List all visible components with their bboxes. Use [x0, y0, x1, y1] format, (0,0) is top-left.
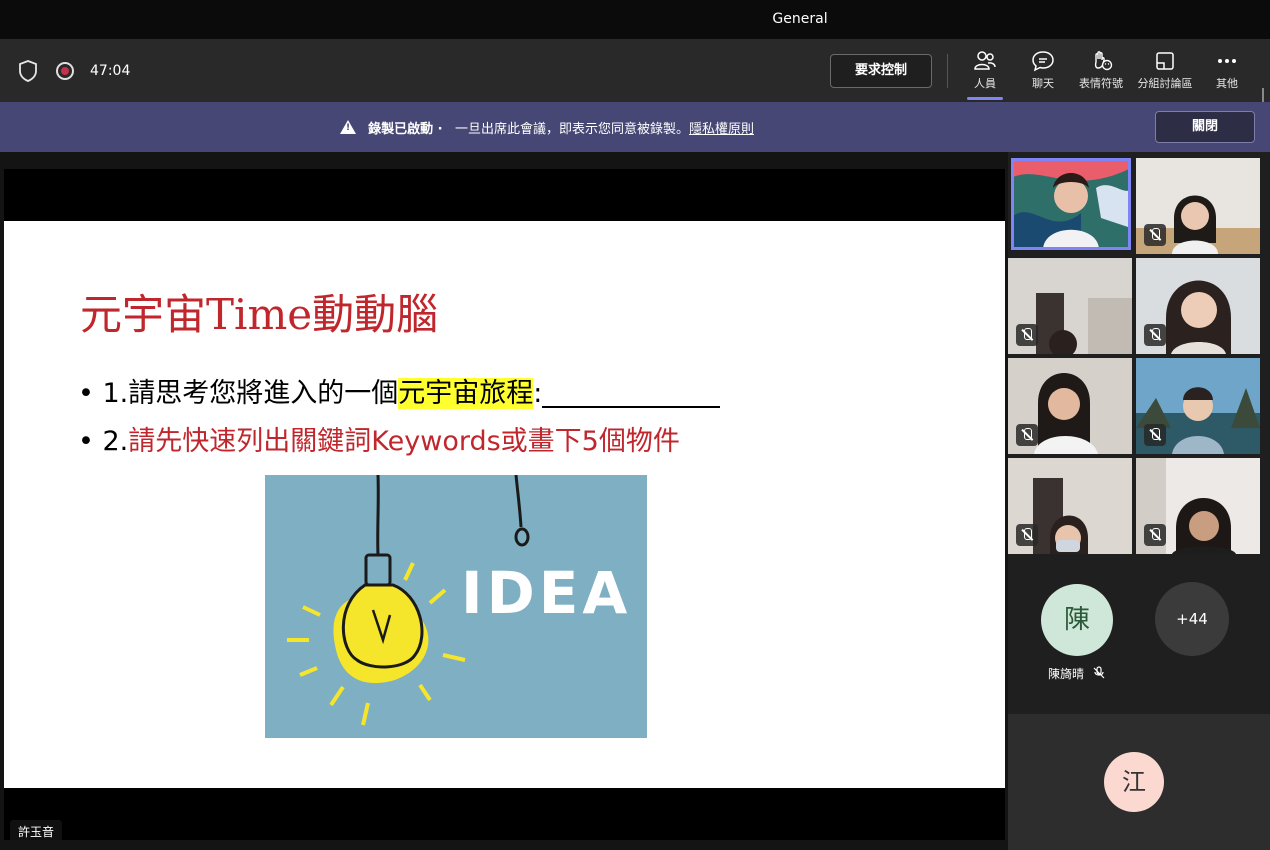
participant-video-tile[interactable]	[1008, 258, 1132, 354]
close-banner-button[interactable]: 關閉	[1155, 111, 1255, 143]
breakout-rooms-label: 分組討論區	[1137, 77, 1193, 90]
muted-icon	[1016, 324, 1038, 346]
reactions-label: 表情符號	[1079, 77, 1123, 90]
participant-video-tile[interactable]	[1008, 458, 1132, 554]
people-button[interactable]: 人員	[955, 50, 1015, 100]
more-button[interactable]: 其他	[1197, 50, 1257, 96]
muted-icon	[1144, 524, 1166, 546]
banner-message: 錄製已啟動 · 一旦出席此會議，即表示您同意被錄製。隱私權原則	[340, 118, 754, 137]
participant-avatar[interactable]: 江	[1104, 752, 1164, 812]
participant-video-tile[interactable]	[1011, 158, 1131, 250]
privacy-policy-link[interactable]: 隱私權原則	[689, 122, 754, 137]
request-control-button[interactable]: 要求控制	[830, 54, 932, 88]
meeting-timer: 47:04	[90, 63, 131, 79]
breakout-rooms-icon	[1156, 52, 1174, 70]
muted-icon	[1144, 224, 1166, 246]
title-bar: General	[0, 0, 1270, 40]
chat-label: 聊天	[1032, 77, 1054, 90]
meeting-toolbar: 47:04 要求控制 人員 聊天 表情符號 分組討論區 其他	[0, 40, 1270, 132]
bullet-1-highlight: 元宇宙旅程	[398, 378, 534, 409]
bullet-2-prefix: • 2.	[78, 426, 129, 457]
more-label: 其他	[1216, 77, 1238, 90]
participant-video-tile[interactable]	[1008, 358, 1132, 454]
presenter-name-tag: 許玉音	[10, 820, 63, 843]
participant-video-tile[interactable]	[1136, 158, 1260, 254]
slide-bullet-2: • 2.請先快速列出關鍵詞Keywords或畫下5個物件	[78, 419, 680, 458]
idea-text: IDEA	[461, 559, 631, 627]
slide-title: 元宇宙Time動動腦	[80, 290, 439, 339]
video-feed	[1011, 158, 1131, 250]
participant-gallery: 陳 陳旖晴 +44 江	[1008, 152, 1270, 850]
presentation-slide: 元宇宙Time動動腦 • 1.請思考您將進入的一個元宇宙旅程: • 2.請先快速…	[4, 221, 1005, 788]
more-icon	[1218, 59, 1236, 63]
recording-started-label: 錄製已啟動 ·	[368, 122, 443, 137]
window-title: General	[772, 11, 828, 27]
slide-bullet-1: • 1.請思考您將進入的一個元宇宙旅程:	[78, 371, 721, 410]
consent-text: 一旦出席此會議，即表示您同意被錄製。	[455, 122, 690, 137]
bullet-1-prefix: • 1.請思考您將進入的一個	[78, 378, 399, 409]
answer-blank	[542, 384, 721, 408]
participant-video-tile[interactable]	[1136, 458, 1260, 554]
warning-icon	[340, 120, 356, 134]
participant-name-text: 陳旖晴	[1048, 667, 1085, 681]
participant-video-tile[interactable]	[1136, 258, 1260, 354]
reactions-button[interactable]: 表情符號	[1071, 50, 1131, 96]
more-participants-button[interactable]: +44	[1155, 582, 1229, 656]
reactions-icon	[1094, 51, 1113, 71]
recording-icon	[56, 62, 74, 80]
people-icon	[974, 51, 996, 70]
muted-icon	[1144, 424, 1166, 446]
bullet-2-text: 請先快速列出關鍵詞Keywords或畫下5個物件	[128, 426, 680, 457]
muted-icon	[1016, 524, 1038, 546]
breakout-rooms-button[interactable]: 分組討論區	[1135, 50, 1195, 96]
participant-name: 陳旖晴	[1048, 665, 1106, 682]
bullet-1-suffix: :	[533, 378, 543, 409]
idea-lightbulb-image: IDEA	[265, 475, 647, 738]
lightbulb-icon: IDEA	[287, 475, 631, 726]
chat-icon	[1032, 51, 1054, 72]
shield-icon[interactable]	[18, 60, 38, 82]
participant-panel: 江	[1008, 714, 1270, 850]
muted-icon	[1093, 666, 1105, 679]
muted-icon	[1144, 324, 1166, 346]
people-label: 人員	[974, 77, 996, 90]
muted-icon	[1016, 424, 1038, 446]
recording-banner: 錄製已啟動 · 一旦出席此會議，即表示您同意被錄製。隱私權原則 關閉	[0, 102, 1270, 152]
participant-video-tile[interactable]	[1136, 358, 1260, 454]
chat-button[interactable]: 聊天	[1013, 50, 1073, 96]
participant-avatar[interactable]: 陳	[1041, 584, 1113, 656]
toolbar-divider	[947, 54, 948, 88]
